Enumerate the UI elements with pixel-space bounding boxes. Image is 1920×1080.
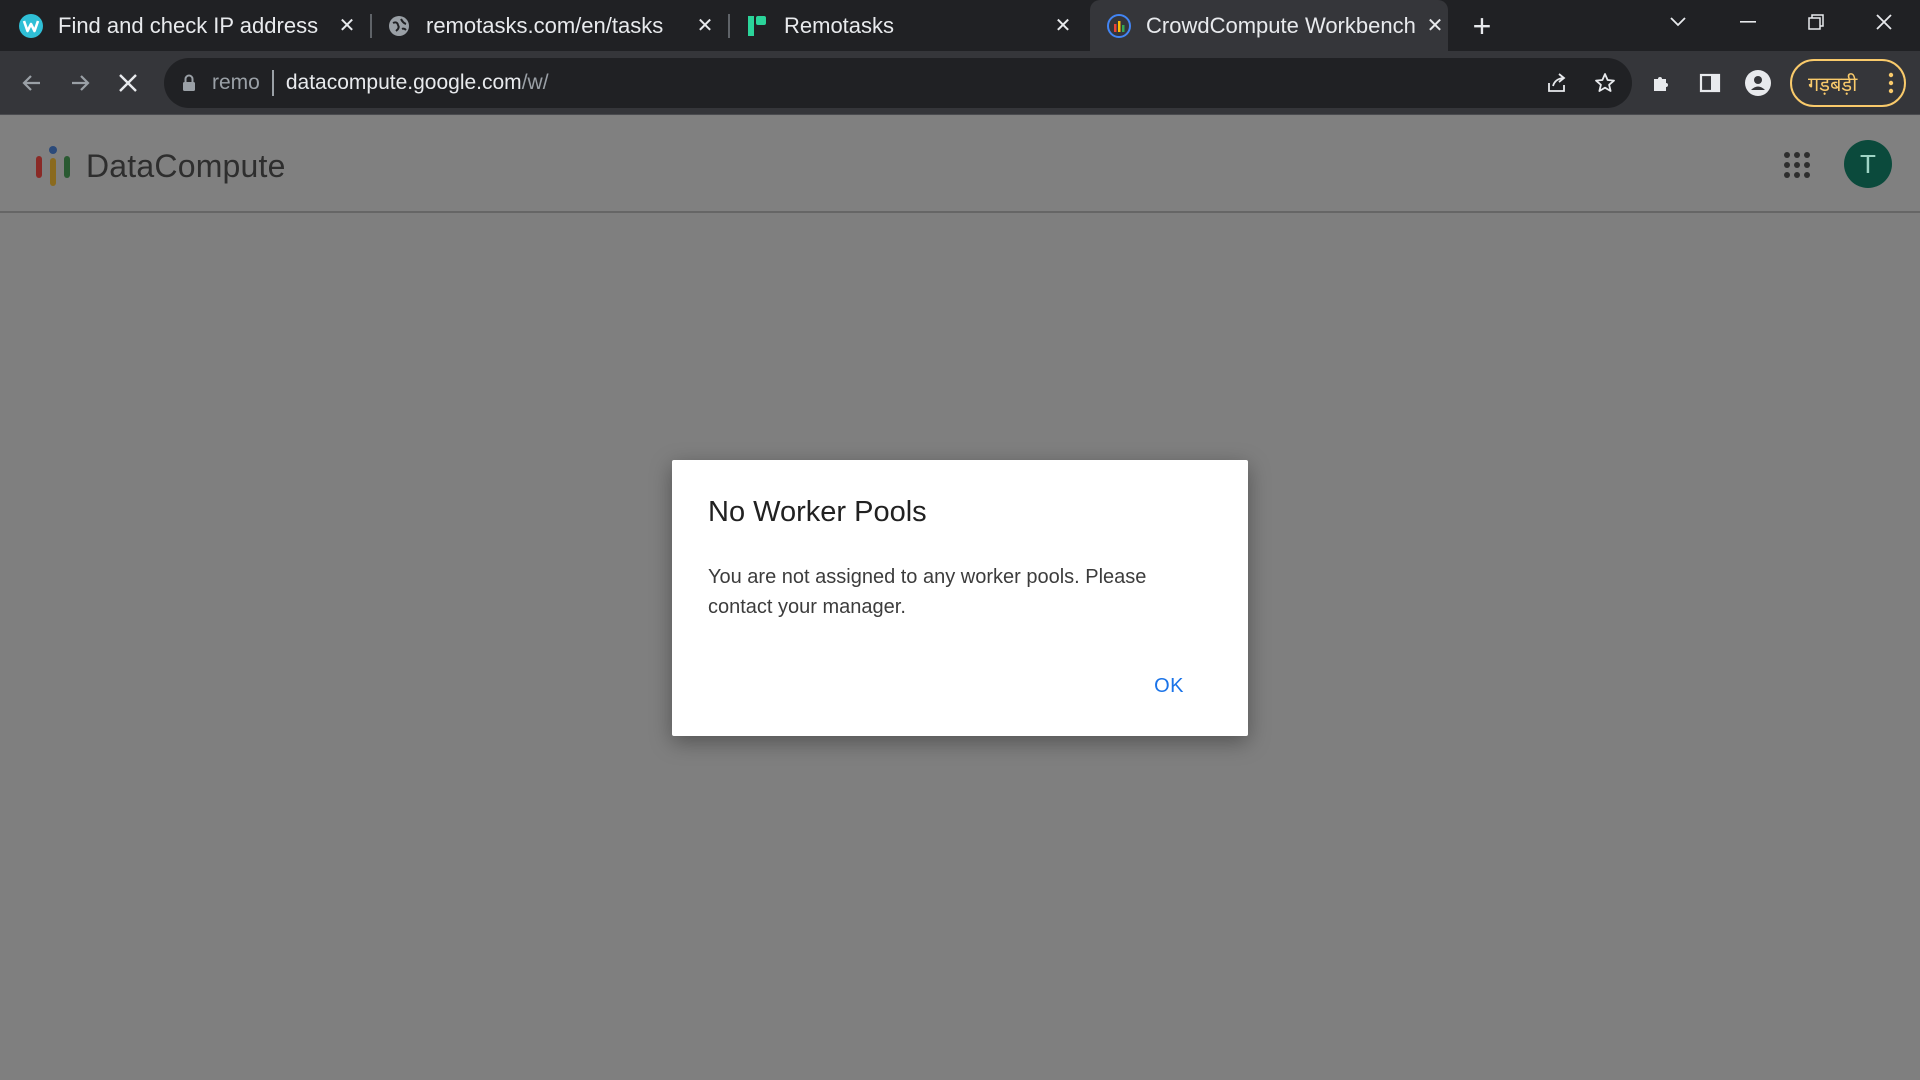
- tab-separator: [728, 14, 730, 38]
- bookmark-star-icon[interactable]: [1588, 66, 1622, 100]
- share-icon[interactable]: [1540, 66, 1574, 100]
- no-worker-pools-dialog: No Worker Pools You are not assigned to …: [672, 460, 1248, 736]
- profile-chip-label: गड़बड़ी: [1808, 73, 1858, 96]
- tab-remotasks-tasks[interactable]: remotasks.com/en/tasks ✕: [386, 0, 718, 51]
- globe-icon: [386, 13, 412, 39]
- avatar[interactable]: T: [1844, 140, 1892, 188]
- close-tab-icon[interactable]: ✕: [1050, 13, 1076, 39]
- new-tab-button[interactable]: +: [1466, 8, 1498, 44]
- forward-button[interactable]: [62, 65, 98, 101]
- stop-x-icon: [119, 74, 137, 92]
- url-host: datacompute.google.com: [285, 71, 522, 94]
- more-vert-icon[interactable]: [1888, 71, 1894, 101]
- browser-toolbar: remo datacompute.google.com/w/ गड़बड़ी: [0, 51, 1920, 115]
- tab-separator: [370, 14, 372, 38]
- brand-name: DataCompute: [86, 147, 286, 184]
- close-tab-icon[interactable]: ✕: [692, 13, 718, 39]
- tab-title: CrowdCompute Workbench: [1146, 12, 1416, 38]
- tab-title: Remotasks: [784, 12, 895, 38]
- profile-person-icon[interactable]: [1741, 66, 1775, 100]
- profile-error-chip[interactable]: गड़बड़ी: [1790, 59, 1906, 107]
- address-chip: remo: [212, 71, 260, 94]
- ok-button[interactable]: OK: [1150, 671, 1188, 702]
- tab-search-icon[interactable]: [1646, 0, 1710, 44]
- dialog-message: You are not assigned to any worker pools…: [708, 566, 1147, 618]
- address-divider: [271, 70, 274, 96]
- stop-loading-button[interactable]: [110, 65, 146, 101]
- url-path: /w/: [521, 71, 549, 94]
- tab-find-ip[interactable]: Find and check IP address ✕: [18, 0, 360, 51]
- restore-icon[interactable]: [1784, 0, 1848, 44]
- tab-crowdcompute[interactable]: CrowdCompute Workbench ✕: [1090, 0, 1448, 51]
- close-window-icon[interactable]: [1852, 0, 1916, 44]
- back-button[interactable]: [14, 65, 50, 101]
- app-logo[interactable]: DataCompute: [34, 144, 286, 188]
- close-tab-icon[interactable]: ✕: [1422, 13, 1448, 39]
- whoer-w-icon: [18, 13, 44, 39]
- back-arrow-icon: [22, 75, 40, 91]
- apps-grid-icon[interactable]: [1782, 150, 1812, 180]
- tab-strip: Find and check IP address ✕ remotasks.co…: [0, 0, 1920, 51]
- crowdcompute-icon: [1106, 13, 1132, 39]
- remotasks-icon: [744, 13, 770, 39]
- tab-title: Find and check IP address: [58, 12, 319, 38]
- minimize-icon[interactable]: [1716, 0, 1780, 44]
- address-bar[interactable]: remo datacompute.google.com/w/: [164, 58, 1632, 108]
- datacompute-logo-icon: [36, 146, 70, 186]
- side-panel-icon[interactable]: [1693, 66, 1727, 100]
- browser-window: Find and check IP address ✕ remotasks.co…: [0, 0, 1920, 1080]
- lock-icon[interactable]: [182, 74, 200, 92]
- forward-arrow-icon: [72, 75, 90, 91]
- tab-remotasks[interactable]: Remotasks ✕: [744, 0, 1076, 51]
- tab-title: remotasks.com/en/tasks: [426, 12, 664, 38]
- dialog-title: No Worker Pools: [708, 496, 927, 528]
- app-header: DataCompute T: [0, 116, 1920, 213]
- close-tab-icon[interactable]: ✕: [334, 13, 360, 39]
- extensions-puzzle-icon[interactable]: [1645, 66, 1679, 100]
